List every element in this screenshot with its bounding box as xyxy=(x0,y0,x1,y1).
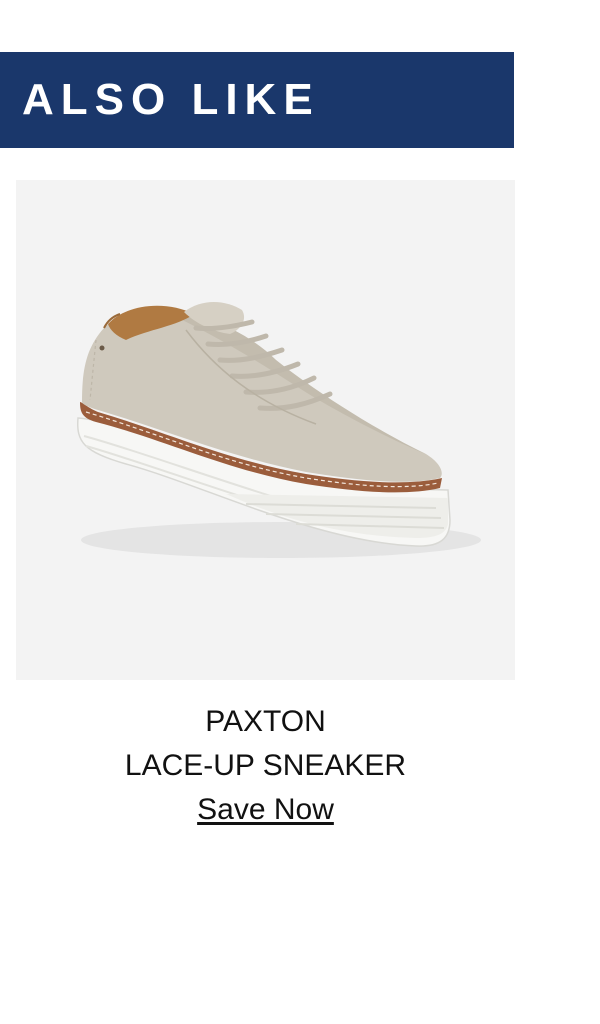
product-type: LACE-UP SNEAKER xyxy=(124,749,407,782)
sneaker-product-image[interactable] xyxy=(16,180,515,680)
save-now-link[interactable]: Save Now xyxy=(197,790,334,830)
product-info: PAXTON LACE-UP SNEAKER Save Now xyxy=(16,700,515,830)
product-card[interactable] xyxy=(16,180,515,680)
section-title: ALSO LIKE xyxy=(22,75,320,124)
email-page: ALSO LIKE PAXTON LACE-UP SNEAKER Save No… xyxy=(0,0,600,1024)
section-banner: ALSO LIKE xyxy=(0,52,514,148)
product-name: PAXTON xyxy=(205,705,326,738)
